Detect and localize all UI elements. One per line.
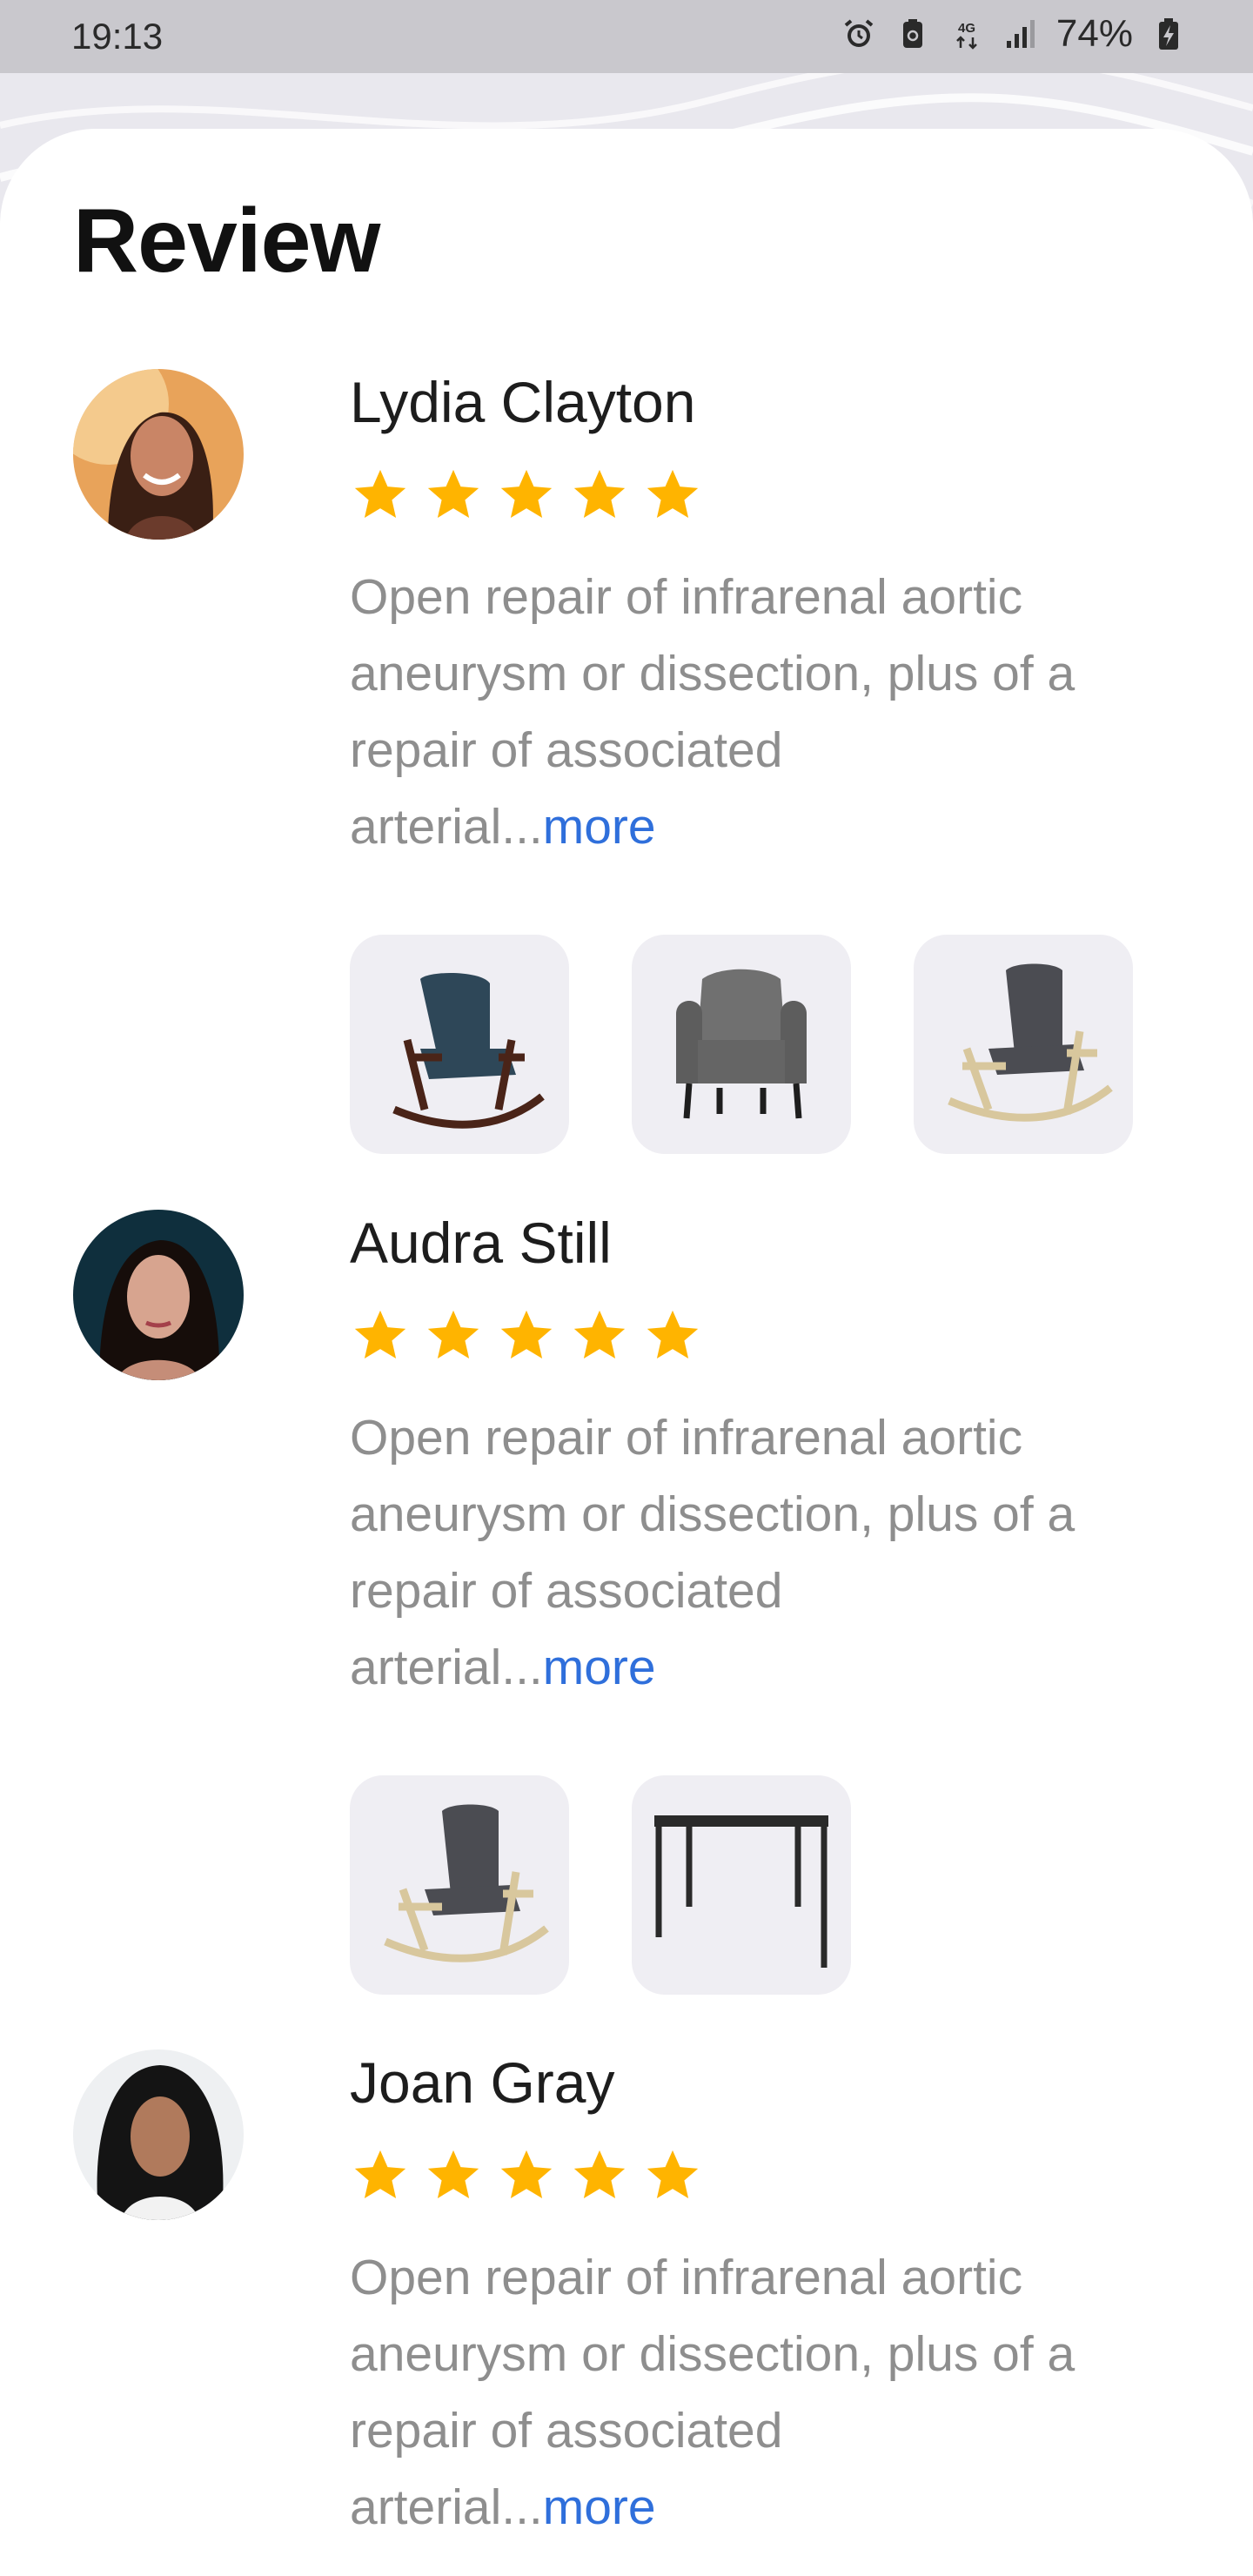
more-link[interactable]: more (543, 2479, 656, 2535)
status-time: 19:13 (71, 16, 164, 57)
star-icon (350, 2145, 411, 2206)
star-icon (350, 1305, 411, 1366)
star-rating (350, 1305, 703, 1366)
star-icon (569, 2145, 630, 2206)
page-title: Review (73, 191, 380, 292)
review-text: Open repair of infrarenal aortic aneurys… (350, 1410, 1075, 1695)
avatar[interactable] (73, 2049, 244, 2220)
star-rating (350, 2145, 703, 2206)
star-icon (423, 1305, 484, 1366)
battery-charging-icon (1150, 16, 1187, 52)
review-text: Open repair of infrarenal aortic aneurys… (350, 569, 1075, 855)
star-icon (569, 465, 630, 526)
photo-dining-table[interactable] (632, 1775, 851, 1995)
star-icon (496, 2145, 557, 2206)
review-photos (350, 1775, 851, 1995)
battery-percentage: 74% (1055, 12, 1133, 55)
battery-saver-icon (895, 16, 931, 52)
more-link[interactable]: more (543, 1640, 656, 1695)
review-sheet: Review Lydia Clayton Open repair of infr… (0, 129, 1253, 2576)
network-4g-icon: 4G (948, 16, 985, 52)
star-icon (350, 465, 411, 526)
avatar[interactable] (73, 369, 244, 540)
status-bar: 19:13 4G 74% (0, 0, 1253, 73)
star-rating (350, 465, 703, 526)
star-icon (642, 465, 703, 526)
signal-icon (1002, 16, 1039, 52)
reviewer-name: Joan Gray (350, 2050, 615, 2115)
star-icon (496, 465, 557, 526)
more-link[interactable]: more (543, 799, 656, 855)
star-icon (423, 465, 484, 526)
review-text: Open repair of infrarenal aortic aneurys… (350, 2250, 1075, 2535)
svg-text:4G: 4G (958, 21, 975, 36)
avatar[interactable] (73, 1210, 244, 1380)
star-icon (496, 1305, 557, 1366)
photo-rocking-chair-light[interactable] (350, 1775, 569, 1995)
photo-rocking-chair-dark[interactable] (350, 935, 569, 1154)
reviewer-name: Lydia Clayton (350, 370, 696, 434)
review-photos (350, 935, 1133, 1154)
star-icon (423, 2145, 484, 2206)
status-icons: 4G 74% (841, 12, 1187, 56)
star-icon (642, 2145, 703, 2206)
star-icon (642, 1305, 703, 1366)
photo-wingback-armchair[interactable] (632, 935, 851, 1154)
star-icon (569, 1305, 630, 1366)
reviewer-name: Audra Still (350, 1211, 612, 1275)
photo-rocking-chair-light[interactable] (914, 935, 1133, 1154)
alarm-icon (841, 16, 877, 52)
